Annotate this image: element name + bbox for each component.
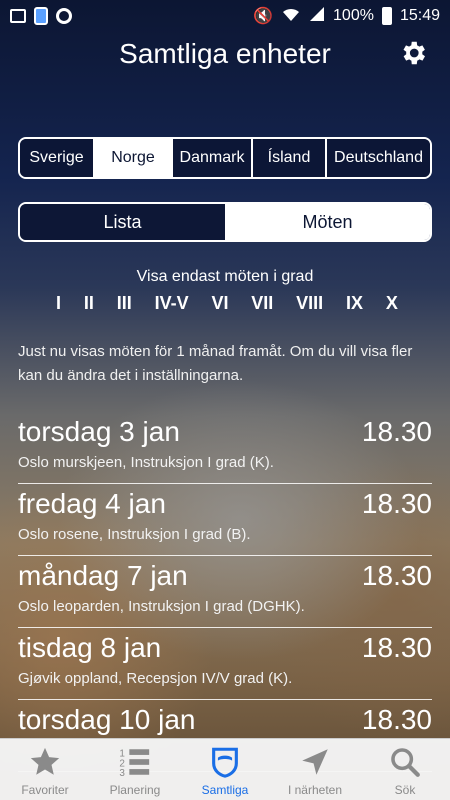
meeting-day: torsdag 10 jan [18, 704, 196, 735]
tab-samtliga[interactable]: Samtliga [180, 739, 270, 800]
location-arrow-icon [302, 749, 328, 775]
signal-icon [309, 6, 325, 27]
country-tab-norge[interactable]: Norge [95, 139, 173, 177]
grade-filter: I II III IV-V VI VII VIII IX X [52, 293, 402, 314]
meeting-description: Gjøvik oppland, Recepsjon IV/V grad (K). [18, 670, 293, 687]
meeting-time: 18.30 [361, 416, 432, 447]
page-title: Samtliga enheter [119, 38, 331, 69]
meeting-list: torsdag 3 jan 18.30 Oslo murskjeen, Inst… [18, 412, 432, 772]
app-notification-icon [56, 8, 72, 24]
country-tab-sverige[interactable]: Sverige [20, 139, 95, 177]
tab-label: I närheten [287, 783, 343, 797]
country-tab-deutschland[interactable]: Deutschland [327, 139, 430, 177]
gallery-notification-icon [10, 9, 26, 23]
grade-button-i[interactable]: I [52, 293, 65, 314]
info-text: Just nu visas möten för 1 månad framåt. … [18, 343, 413, 384]
tab-label: Sök [394, 783, 416, 797]
wifi-icon [281, 6, 301, 27]
meeting-day: tisdag 8 jan [18, 632, 162, 663]
grade-filter-label: Visa endast möten i grad [136, 268, 314, 285]
svg-text:3: 3 [119, 768, 125, 779]
meeting-time: 18.30 [361, 488, 432, 519]
meeting-row[interactable]: fredag 4 jan 18.30 Oslo rosene, Instruks… [18, 484, 432, 556]
bottom-tab-bar: Favoriter 1 2 3 Planering Samtliga I när… [0, 738, 450, 800]
meeting-description: Oslo murskjeen, Instruksjon I grad (K). [18, 454, 274, 471]
battery-text: 100% [333, 7, 374, 24]
meeting-row[interactable]: tisdag 8 jan 18.30 Gjøvik oppland, Recep… [18, 628, 432, 700]
meeting-time: 18.30 [361, 704, 432, 735]
meeting-day: torsdag 3 jan [18, 416, 180, 447]
gear-icon [403, 41, 425, 65]
battery-icon [381, 7, 392, 25]
tab-label: Favoriter [21, 783, 69, 797]
tab-favoriter[interactable]: Favoriter [0, 739, 90, 800]
settings-button[interactable] [398, 38, 428, 68]
grade-button-x[interactable]: X [382, 293, 402, 314]
meeting-description: Oslo rosene, Instruksjon I grad (B). [18, 526, 251, 543]
grade-button-vii[interactable]: VII [247, 293, 277, 314]
country-selector: Sverige Norge Danmark Ísland Deutschland [18, 137, 432, 179]
meeting-day: fredag 4 jan [18, 488, 166, 519]
meeting-description: Oslo leoparden, Instruksjon I grad (DGHK… [18, 598, 305, 615]
phone-notification-icon [34, 7, 48, 25]
search-icon [391, 748, 420, 777]
grade-button-ix[interactable]: IX [342, 293, 367, 314]
numbered-list-icon: 1 2 3 [119, 748, 150, 779]
meeting-time: 18.30 [361, 560, 432, 591]
tab-label: Samtliga [201, 783, 249, 797]
mute-icon: 🔇 [253, 8, 274, 25]
status-bar: 🔇 100% 15:49 [0, 0, 450, 32]
meeting-row[interactable]: torsdag 3 jan 18.30 Oslo murskjeen, Inst… [18, 412, 432, 484]
shield-icon [212, 747, 238, 778]
meeting-time: 18.30 [361, 632, 432, 663]
country-tab-island[interactable]: Ísland [253, 139, 327, 177]
tab-sok[interactable]: Sök [360, 739, 450, 800]
clock: 15:49 [399, 7, 440, 24]
meeting-day: måndag 7 jan [18, 560, 188, 591]
tab-label: Planering [109, 783, 161, 797]
star-icon [30, 747, 60, 775]
tab-planering[interactable]: 1 2 3 Planering [90, 739, 180, 800]
tab-lista[interactable]: Lista [20, 204, 225, 240]
grade-button-ii[interactable]: II [80, 293, 98, 314]
grade-button-iii[interactable]: III [113, 293, 136, 314]
meeting-row[interactable]: måndag 7 jan 18.30 Oslo leoparden, Instr… [18, 556, 432, 628]
country-tab-danmark[interactable]: Danmark [173, 139, 253, 177]
grade-button-iv-v[interactable]: IV-V [151, 293, 193, 314]
view-toggle: Lista Möten [18, 202, 432, 242]
grade-button-viii[interactable]: VIII [292, 293, 327, 314]
tab-i-narheten[interactable]: I närheten [270, 739, 360, 800]
tab-moten[interactable]: Möten [225, 204, 430, 240]
grade-button-vi[interactable]: VI [207, 293, 232, 314]
